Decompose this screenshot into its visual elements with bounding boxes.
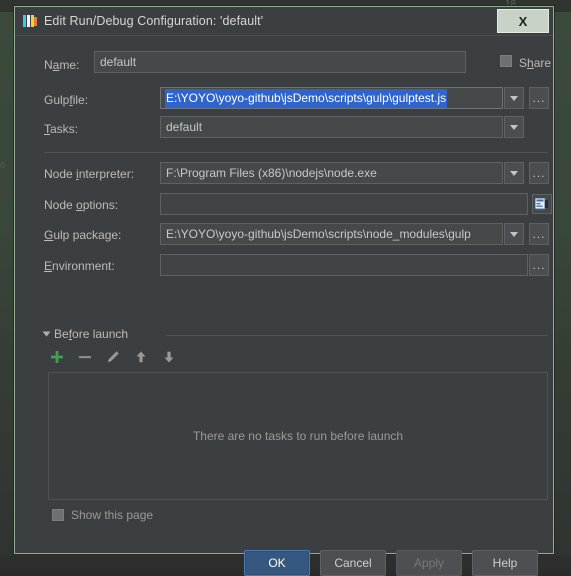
gulpfile-dropdown-button[interactable] — [504, 87, 524, 109]
node-interpreter-label: Node interpreter: — [44, 167, 135, 181]
ok-button[interactable]: OK — [244, 550, 310, 576]
share-label: Share — [519, 56, 552, 70]
name-row: Name: — [44, 53, 79, 77]
node-options-expand-button[interactable] — [532, 194, 552, 214]
pencil-icon — [107, 351, 119, 363]
environment-input[interactable] — [160, 254, 528, 276]
divider — [44, 152, 548, 153]
apply-button: Apply — [396, 550, 462, 576]
node-options-row: Node options: — [44, 193, 118, 217]
tasks-dropdown-button[interactable] — [504, 116, 524, 138]
name-label: Name: — [44, 58, 80, 72]
cancel-button[interactable]: Cancel — [320, 550, 386, 576]
dialog-title: Edit Run/Debug Configuration: 'default' — [44, 14, 264, 28]
environment-label: Environment: — [44, 259, 115, 273]
name-input[interactable]: default — [94, 51, 466, 73]
before-launch-task-list[interactable]: There are no tasks to run before launch — [48, 372, 548, 500]
edit-task-button[interactable] — [105, 349, 121, 365]
ok-button-label: OK — [268, 556, 286, 570]
node-interpreter-input[interactable]: F:\Program Files (x86)\nodejs\node.exe — [160, 162, 503, 184]
node-interpreter-browse-button[interactable]: ... — [529, 162, 549, 184]
gulpfile-label: Gulpfile: — [44, 93, 89, 107]
tasks-input-value: default — [166, 120, 203, 134]
minus-icon — [79, 356, 91, 359]
move-up-button[interactable] — [133, 349, 149, 365]
plus-icon — [51, 351, 63, 363]
node-interpreter-dropdown-button[interactable] — [504, 162, 524, 184]
move-down-button[interactable] — [161, 349, 177, 365]
help-button[interactable]: Help — [472, 550, 538, 576]
apply-button-label: Apply — [413, 556, 445, 570]
show-this-page-checkbox[interactable]: Show this page — [52, 508, 153, 522]
node-interpreter-input-value: F:\Program Files (x86)\nodejs\node.exe — [166, 166, 377, 180]
cancel-button-label: Cancel — [334, 556, 372, 570]
before-launch-empty-message: There are no tasks to run before launch — [192, 429, 404, 443]
gulp-package-input[interactable]: E:\YOYO\yoyo-github\jsDemo\scripts\node_… — [160, 223, 503, 245]
ellipsis-icon: ... — [532, 258, 546, 272]
before-launch-toolbar — [49, 349, 177, 365]
before-launch-title: Before launch — [54, 327, 129, 341]
ellipsis-icon: ... — [532, 91, 546, 105]
before-launch-divider — [166, 335, 548, 336]
gulp-package-input-value: E:\YOYO\yoyo-github\jsDemo\scripts\node_… — [166, 227, 471, 241]
gulpfile-input-value: E:\YOYO\yoyo-github\jsDemo\scripts\gulp\… — [166, 89, 447, 107]
dialog-button-bar: OK Cancel Apply Help — [244, 550, 538, 576]
environment-browse-button[interactable]: ... — [529, 254, 549, 276]
gulp-package-dropdown-button[interactable] — [504, 223, 524, 245]
ellipsis-icon: ... — [532, 166, 546, 180]
chevron-down-icon — [510, 124, 518, 130]
background-left-marker: o — [0, 160, 6, 171]
close-icon: X — [518, 13, 528, 29]
arrow-up-icon — [136, 351, 146, 363]
add-task-button[interactable] — [49, 349, 65, 365]
remove-task-button[interactable] — [77, 349, 93, 365]
gulpfile-input[interactable]: E:\YOYO\yoyo-github\jsDemo\scripts\gulp\… — [160, 87, 503, 109]
name-input-value: default — [100, 55, 137, 69]
tasks-row: Tasks: — [44, 117, 78, 141]
gulp-package-label: Gulp package: — [44, 228, 122, 242]
share-checkbox-box — [500, 55, 512, 67]
node-options-label: Node options: — [44, 198, 119, 212]
chevron-down-icon — [42, 331, 51, 337]
help-button-label: Help — [492, 556, 518, 570]
gulp-package-row: Gulp package: — [44, 223, 121, 247]
close-button[interactable]: X — [497, 9, 549, 33]
chevron-down-icon — [510, 231, 518, 237]
gulpfile-browse-button[interactable]: ... — [529, 87, 549, 109]
show-this-page-label: Show this page — [71, 508, 154, 522]
dialog-title-bar: Edit Run/Debug Configuration: 'default' … — [15, 7, 553, 36]
show-this-page-checkbox-box — [52, 509, 64, 521]
webstorm-icon — [23, 14, 37, 28]
node-options-input[interactable] — [160, 193, 528, 215]
arrow-down-icon — [164, 351, 174, 363]
share-checkbox[interactable] — [500, 55, 512, 70]
run-debug-configuration-dialog: Edit Run/Debug Configuration: 'default' … — [14, 6, 554, 576]
node-interpreter-row: Node interpreter: — [44, 162, 134, 186]
gulpfile-row: Gulpfile: — [44, 88, 88, 112]
gulp-package-browse-button[interactable]: ... — [529, 223, 549, 245]
before-launch-section-header[interactable]: Before launch — [42, 327, 129, 341]
chevron-down-icon — [510, 95, 518, 101]
environment-row: Environment: — [44, 254, 115, 278]
expand-editor-icon — [535, 198, 548, 210]
ellipsis-icon: ... — [532, 227, 546, 241]
tasks-label: Tasks: — [44, 122, 79, 136]
dialog-content: Name: default Share Gulpfile: E:\YOYO\yo… — [16, 36, 552, 576]
tasks-input[interactable]: default — [160, 116, 503, 138]
chevron-down-icon — [510, 170, 518, 176]
